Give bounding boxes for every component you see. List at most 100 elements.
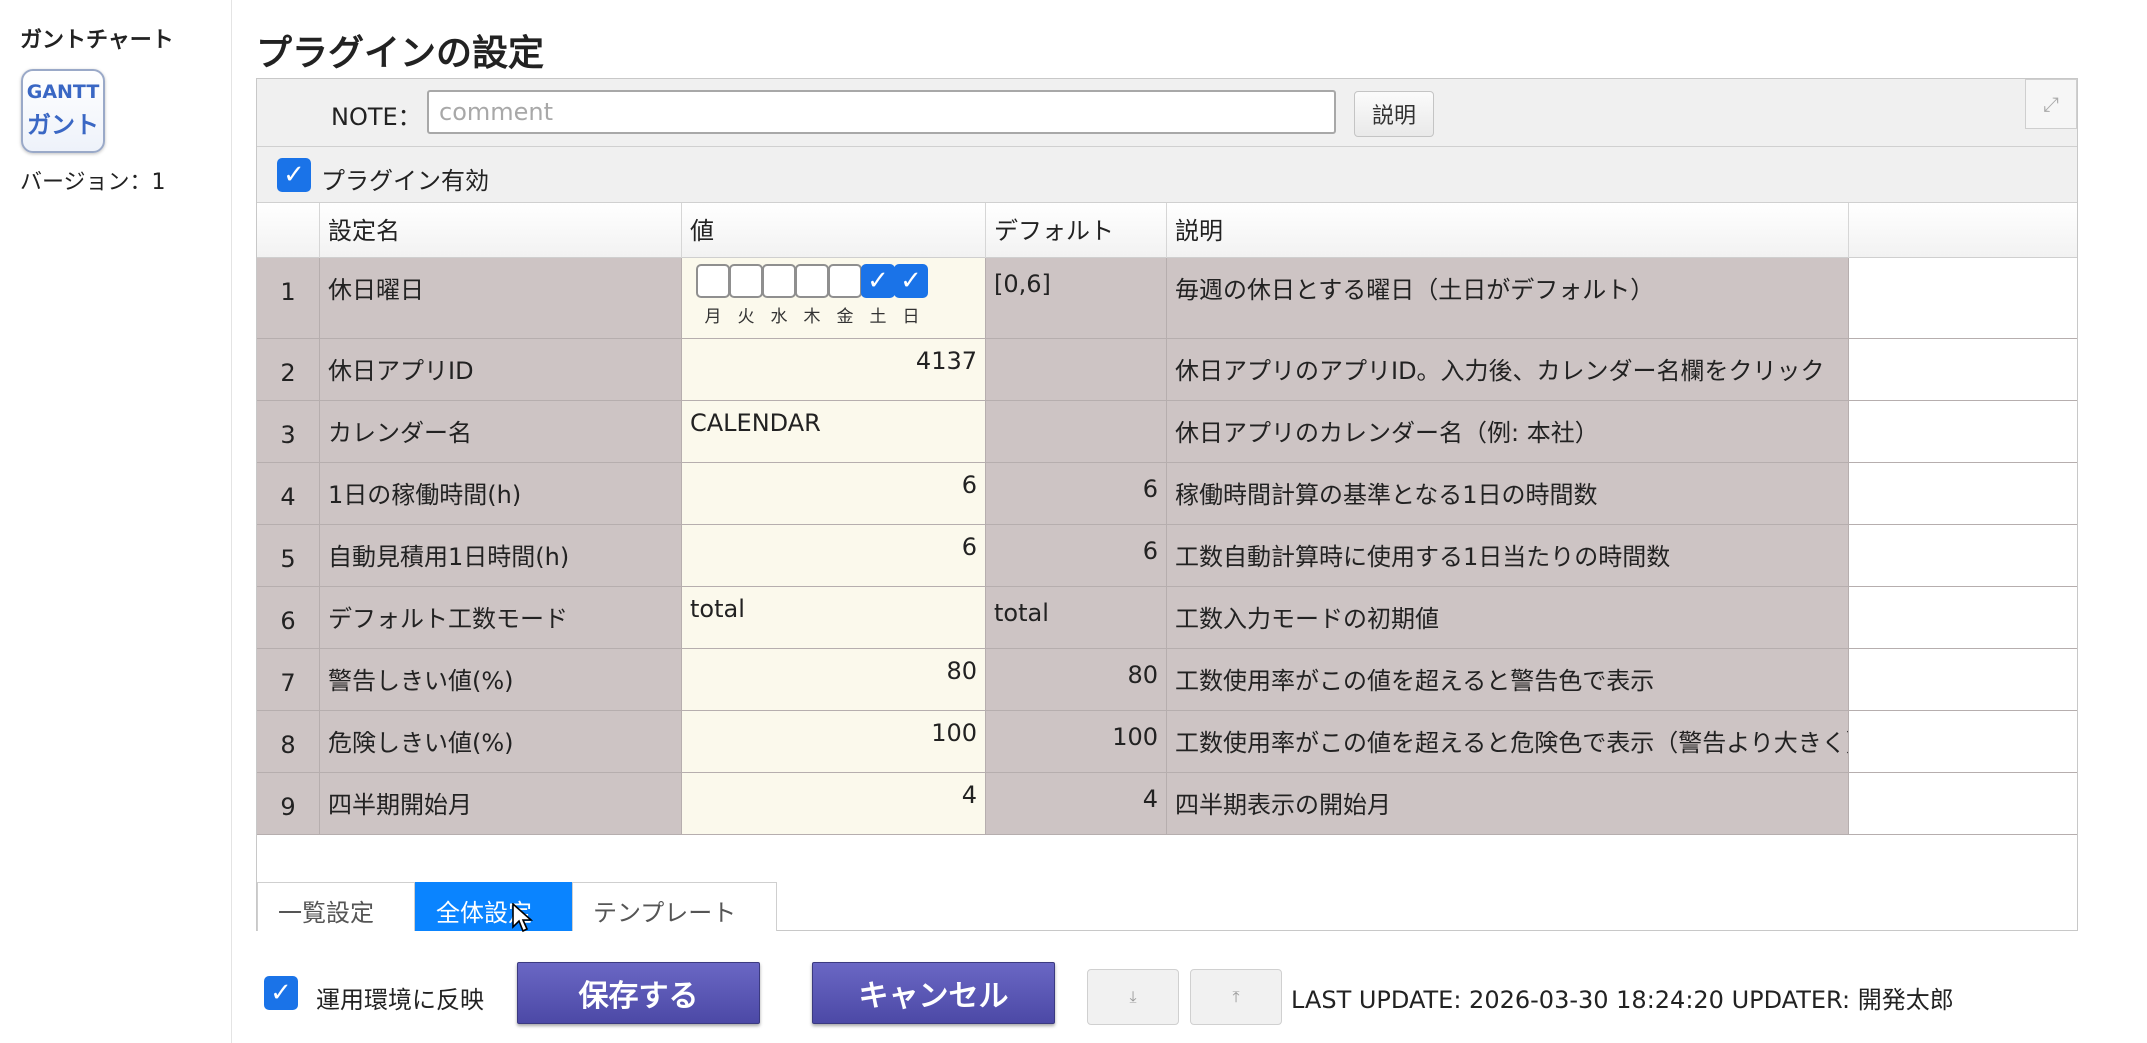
value-cell[interactable]: 6: [682, 525, 986, 586]
value-cell[interactable]: total: [682, 587, 986, 648]
header-value: 値: [682, 203, 986, 258]
grid-header: 設定名 値 デフォルト 説明: [257, 203, 2077, 258]
table-row: 6 デフォルト工数モード total total 工数入力モードの初期値: [257, 587, 2077, 649]
table-row: 1 休日曜日 ✓ ✓ 月 火 水 木 金 土 日 [0,6] 毎週の休日とする曜…: [257, 258, 2077, 339]
header-rownum: [257, 203, 320, 258]
weekday-label: 金: [836, 307, 854, 327]
upload-icon[interactable]: ⤒: [1190, 969, 1282, 1025]
row-number: 5: [257, 525, 320, 586]
default-value: [986, 339, 1167, 400]
weekday-label: 月: [704, 307, 722, 327]
setting-description: 工数入力モードの初期値: [1167, 587, 1849, 648]
plugin-version: バージョン：1: [20, 170, 166, 195]
table-row: 7 警告しきい値(%) 80 80 工数使用率がこの値を超えると警告色で表示: [257, 649, 2077, 711]
weekday-selector: ✓ ✓ 月 火 水 木 金 土 日: [682, 258, 986, 338]
app-icon-text-ja: ガント: [27, 111, 99, 139]
header-default: デフォルト: [986, 203, 1167, 258]
table-row: 4 1日の稼働時間(h) 6 6 稼働時間計算の基準となる1日の時間数: [257, 463, 2077, 525]
row-number: 2: [257, 339, 320, 400]
setting-description: 工数使用率がこの値を超えると警告色で表示: [1167, 649, 1849, 710]
note-label: NOTE：: [331, 103, 422, 131]
value-cell[interactable]: 4: [682, 773, 986, 834]
reflect-to-production-label: 運用環境に反映: [316, 986, 484, 1014]
default-value: [0,6]: [986, 258, 1167, 338]
download-icon[interactable]: ⤓: [1087, 969, 1179, 1025]
setting-name: 休日曜日: [320, 258, 682, 338]
setting-name: 危険しきい値(%): [320, 711, 682, 772]
setting-name: 自動見積用1日時間(h): [320, 525, 682, 586]
default-value: 80: [986, 649, 1167, 710]
default-value: 100: [986, 711, 1167, 772]
weekday-checkbox-wed[interactable]: [762, 264, 796, 298]
plugin-enabled-bar: ✓ プラグイン有効: [257, 147, 2077, 203]
weekday-label: 火: [737, 307, 755, 327]
weekday-label: 木: [803, 307, 821, 327]
setting-description: 工数自動計算時に使用する1日当たりの時間数: [1167, 525, 1849, 586]
row-number: 4: [257, 463, 320, 524]
value-cell[interactable]: 6: [682, 463, 986, 524]
weekday-label: 日: [902, 307, 920, 327]
last-update-info: LAST UPDATE: 2026-03-30 18:24:20 UPDATER…: [1291, 986, 1954, 1014]
row-number: 7: [257, 649, 320, 710]
weekday-label: 土: [869, 307, 887, 327]
gantt-app-icon: GANTT ガント: [21, 69, 105, 153]
default-value: [986, 401, 1167, 462]
default-value: 6: [986, 525, 1167, 586]
row-number: 1: [257, 258, 320, 338]
row-number: 9: [257, 773, 320, 834]
setting-name: 四半期開始月: [320, 773, 682, 834]
weekday-checkbox-mon[interactable]: [696, 264, 730, 298]
value-cell[interactable]: 80: [682, 649, 986, 710]
expand-icon[interactable]: ⤢: [2025, 79, 2077, 129]
reflect-to-production-checkbox[interactable]: ✓: [264, 976, 298, 1010]
value-cell[interactable]: CALENDAR: [682, 401, 986, 462]
header-description: 説明: [1167, 203, 1849, 258]
tab-list-settings[interactable]: 一覧設定: [257, 882, 415, 931]
setting-description: 四半期表示の開始月: [1167, 773, 1849, 834]
table-row: 9 四半期開始月 4 4 四半期表示の開始月: [257, 773, 2077, 835]
sidebar: ガントチャート GANTT ガント バージョン：1: [0, 0, 232, 1043]
weekday-checkbox-thu[interactable]: [795, 264, 829, 298]
mouse-cursor-icon: [512, 903, 534, 933]
page-title: プラグインの設定: [256, 33, 545, 74]
plugin-enabled-label: プラグイン有効: [321, 167, 489, 195]
weekday-label: 水: [770, 307, 788, 327]
note-bar: NOTE： 説明 ⤢: [257, 79, 2077, 147]
weekday-checkbox-sun[interactable]: ✓: [894, 264, 928, 298]
setting-name: デフォルト工数モード: [320, 587, 682, 648]
setting-name: 1日の稼働時間(h): [320, 463, 682, 524]
default-value: 4: [986, 773, 1167, 834]
setting-name: カレンダー名: [320, 401, 682, 462]
row-number: 3: [257, 401, 320, 462]
row-number: 6: [257, 587, 320, 648]
weekday-checkbox-fri[interactable]: [828, 264, 862, 298]
tab-templates[interactable]: テンプレート: [572, 882, 777, 931]
plugin-enabled-checkbox[interactable]: ✓: [277, 158, 311, 192]
default-value: total: [986, 587, 1167, 648]
help-button[interactable]: 説明: [1354, 91, 1434, 137]
tab-general-settings[interactable]: 全体設定: [415, 882, 572, 931]
value-cell[interactable]: 100: [682, 711, 986, 772]
setting-description: 休日アプリのカレンダー名（例: 本社）: [1167, 401, 1849, 462]
setting-description: 毎週の休日とする曜日（土日がデフォルト）: [1167, 258, 1849, 338]
note-input[interactable]: [427, 90, 1336, 134]
setting-name: 休日アプリID: [320, 339, 682, 400]
setting-description: 工数使用率がこの値を超えると危険色で表示（警告より大きく）: [1167, 711, 1849, 772]
cancel-button[interactable]: キャンセル: [812, 962, 1055, 1024]
setting-name: 警告しきい値(%): [320, 649, 682, 710]
default-value: 6: [986, 463, 1167, 524]
save-button[interactable]: 保存する: [517, 962, 760, 1024]
setting-description: 稼働時間計算の基準となる1日の時間数: [1167, 463, 1849, 524]
table-row: 2 休日アプリID 4137 休日アプリのアプリID。入力後、カレンダー名欄をク…: [257, 339, 2077, 401]
table-row: 5 自動見積用1日時間(h) 6 6 工数自動計算時に使用する1日当たりの時間数: [257, 525, 2077, 587]
value-cell[interactable]: 4137: [682, 339, 986, 400]
weekday-checkbox-sat[interactable]: ✓: [861, 264, 895, 298]
setting-description: 休日アプリのアプリID。入力後、カレンダー名欄をクリック: [1167, 339, 1849, 400]
weekday-checkbox-tue[interactable]: [729, 264, 763, 298]
settings-panel: NOTE： 説明 ⤢ ✓ プラグイン有効 設定名 値 デフォルト 説明 1 休日…: [256, 78, 2078, 931]
table-row: 8 危険しきい値(%) 100 100 工数使用率がこの値を超えると危険色で表示…: [257, 711, 2077, 773]
header-setting-name: 設定名: [320, 203, 682, 258]
row-number: 8: [257, 711, 320, 772]
table-row: 3 カレンダー名 CALENDAR 休日アプリのカレンダー名（例: 本社）: [257, 401, 2077, 463]
app-icon-text-en: GANTT: [26, 81, 100, 103]
